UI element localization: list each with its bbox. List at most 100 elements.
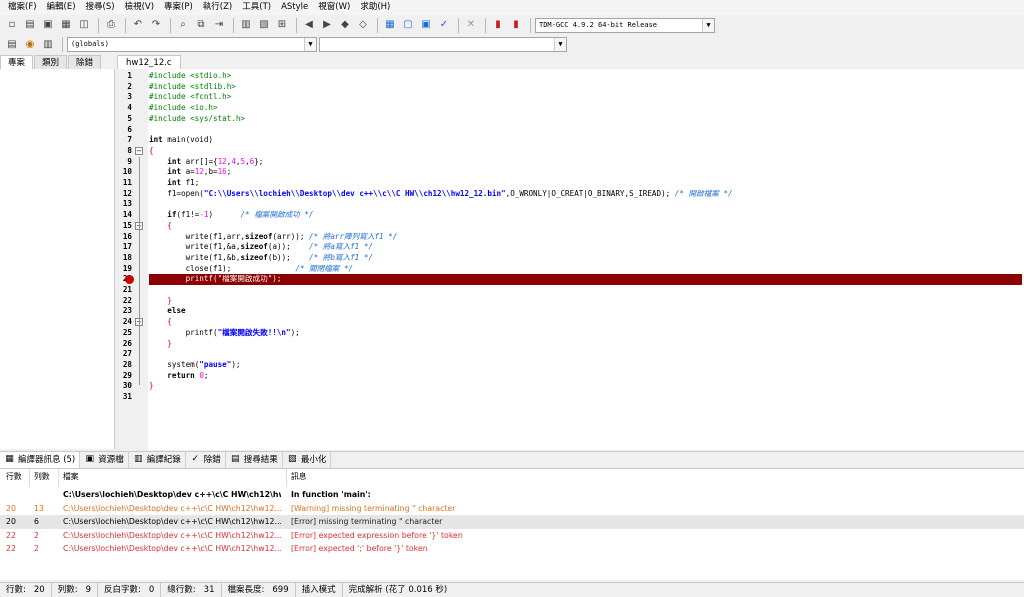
code-line[interactable]: int main(void): [149, 135, 1022, 146]
code-line[interactable]: }: [149, 296, 1022, 307]
col-header-message[interactable]: 訊息: [291, 470, 991, 484]
code-line[interactable]: #include <io.h>: [149, 103, 1022, 114]
code-token: #include <stdio.h>: [149, 71, 232, 80]
minimize-tab[interactable]: ▧ 最小化: [283, 451, 332, 468]
error-highlighted-line[interactable]: printf("檔案開啟成功");: [149, 274, 1022, 285]
indent-right-icon[interactable]: ▶: [319, 17, 335, 33]
message-row[interactable]: C:\Users\lochieh\Desktop\dev c++\c\C HW\…: [0, 488, 1024, 502]
profile-chart-icon[interactable]: ▮: [490, 17, 506, 33]
code-line[interactable]: #include <stdlib.h>: [149, 82, 1022, 93]
compile-log-icon: ▥: [134, 454, 143, 464]
fold-toggle-icon[interactable]: −: [135, 146, 143, 155]
left-tab[interactable]: 除錯: [68, 55, 102, 69]
code-line[interactable]: write(f1,&b,sizeof(b)); /* 將b寫入f1 */: [149, 253, 1022, 264]
message-row[interactable]: 22 2 C:\Users\lochieh\Desktop\dev c++\c\C …: [0, 529, 1024, 543]
project-options-icon[interactable]: ▧: [256, 17, 272, 33]
code-line[interactable]: }: [149, 339, 1022, 350]
goto-line-icon[interactable]: ⇥: [211, 17, 227, 33]
new-project-icon[interactable]: ▥: [238, 17, 254, 33]
code-editor[interactable]: 1234567891011121314151617181920212223242…: [117, 69, 1024, 450]
code-line[interactable]: close(f1); /* 關閉檔案 */: [149, 264, 1022, 275]
compile-icon[interactable]: ▦: [382, 17, 398, 33]
menu-item[interactable]: AStyle: [276, 0, 313, 15]
code-line[interactable]: printf("檔案開啟失敗!!\n");: [149, 328, 1022, 339]
code-line[interactable]: int a=12,b=16;: [149, 167, 1022, 178]
new-file-icon[interactable]: ▫: [4, 17, 20, 33]
menu-item[interactable]: 檔案(F): [3, 0, 42, 15]
message-file: C:\Users\lochieh\Desktop\dev c++\c\C HW\…: [63, 490, 281, 499]
code-token: /* 開啟檔案 */: [674, 188, 733, 198]
save-all-icon[interactable]: ▦: [58, 17, 74, 33]
message-row[interactable]: 20 13 C:\Users\lochieh\Desktop\dev c++\c\C…: [0, 502, 1024, 516]
code-line[interactable]: [149, 285, 1022, 296]
code-line[interactable]: #include <stdio.h>: [149, 71, 1022, 82]
check-syntax-icon[interactable]: ✓: [436, 17, 452, 33]
compiler-select[interactable]: TDM-GCC 4.9.2 64-bit Release ▼: [535, 17, 715, 33]
code-line[interactable]: int f1;: [149, 178, 1022, 189]
code-line[interactable]: f1=open("C:\\Users\\lochieh\\Desktop\\de…: [149, 189, 1022, 200]
delete-profile-icon[interactable]: ▮: [508, 17, 524, 33]
insert-icon[interactable]: ▤: [4, 37, 20, 53]
debug-tab[interactable]: ✓ 除錯: [186, 451, 226, 468]
toggle-icon[interactable]: ◉: [22, 37, 38, 53]
code-line[interactable]: int arr[]={12,4,5,6};: [149, 157, 1022, 168]
undo-icon[interactable]: ↶: [130, 17, 146, 33]
compile-log-tab[interactable]: ▥ 編譯紀錄: [129, 451, 186, 468]
toggle-bookmark-icon[interactable]: ◆: [337, 17, 353, 33]
code-line[interactable]: [149, 125, 1022, 136]
menu-item[interactable]: 專案(P): [159, 0, 198, 15]
code-line[interactable]: return 0;: [149, 371, 1022, 382]
open-file-icon[interactable]: ▤: [22, 17, 38, 33]
replace-icon[interactable]: ⧉: [193, 17, 209, 33]
left-tab[interactable]: 類別: [34, 55, 68, 69]
find-results-tab[interactable]: ▤ 搜尋結果: [226, 451, 283, 468]
code-line[interactable]: #include <sys/stat.h>: [149, 114, 1022, 125]
indent-left-icon[interactable]: ◀: [301, 17, 317, 33]
code-line[interactable]: [149, 199, 1022, 210]
print-icon[interactable]: ⎙: [103, 17, 119, 33]
code-line[interactable]: [149, 392, 1022, 403]
code-line[interactable]: system("pause");: [149, 360, 1022, 371]
menu-item[interactable]: 執行(Z): [198, 0, 237, 15]
col-header-line[interactable]: 行數: [6, 470, 26, 484]
code-line[interactable]: write(f1,arr,sizeof(arr)); /* 將arr陣列寫入f1…: [149, 232, 1022, 243]
code-line[interactable]: write(f1,&a,sizeof(a)); /* 將a寫入f1 */: [149, 242, 1022, 253]
compiler-messages-panel: 行數 列數 檔案 訊息 C:\Users\lochieh\Desktop\dev…: [0, 468, 1024, 580]
find-icon[interactable]: ⌕: [175, 17, 191, 33]
menu-item[interactable]: 求助(H): [355, 0, 395, 15]
menu-item[interactable]: 視窗(W): [313, 0, 355, 15]
stop-icon[interactable]: ✕: [463, 17, 479, 33]
message-row[interactable]: 20 6 C:\Users\lochieh\Desktop\dev c++\c\C …: [0, 515, 1024, 529]
code-line[interactable]: else: [149, 306, 1022, 317]
close-file-icon[interactable]: ◫: [76, 17, 92, 33]
menu-item[interactable]: 編輯(E): [42, 0, 81, 15]
redo-icon[interactable]: ↷: [148, 17, 164, 33]
scope-select[interactable]: (globals) ▼: [67, 37, 317, 52]
run-icon[interactable]: ▢: [400, 17, 416, 33]
code-line[interactable]: {: [149, 317, 1022, 328]
message-msg: [Error] expected ';' before '}' token: [291, 544, 428, 553]
menu-item[interactable]: 工具(T): [237, 0, 276, 15]
left-tab[interactable]: 專案: [0, 55, 34, 69]
menu-item[interactable]: 搜尋(S): [81, 0, 120, 15]
add-to-project-icon[interactable]: ⊞: [274, 17, 290, 33]
editor-tab[interactable]: hw12_12.c: [117, 55, 181, 69]
code-line[interactable]: {: [149, 146, 1022, 157]
col-header-file[interactable]: 檔案: [63, 470, 281, 484]
symbol-select[interactable]: ▼: [319, 37, 567, 52]
save-icon[interactable]: ▣: [40, 17, 56, 33]
code-line[interactable]: }: [149, 381, 1022, 392]
toggle-comment-icon[interactable]: ◇: [355, 17, 371, 33]
message-row[interactable]: 22 2 C:\Users\lochieh\Desktop\dev c++\c\C …: [0, 542, 1024, 556]
goto-icon[interactable]: ▥: [40, 37, 56, 53]
code-line[interactable]: [149, 349, 1022, 360]
code-line[interactable]: #include <fcntl.h>: [149, 92, 1022, 103]
code-line[interactable]: {: [149, 221, 1022, 232]
code-token: 12: [194, 167, 204, 177]
resources-tab[interactable]: ▣ 資源檔: [80, 451, 129, 468]
compiler-messages-tab[interactable]: ▦ 編譯器訊息 (5): [0, 451, 81, 468]
compile-run-icon[interactable]: ▣: [418, 17, 434, 33]
col-header-col[interactable]: 列數: [34, 470, 56, 484]
code-line[interactable]: if(f1!=-1) /* 檔案開啟成功 */: [149, 210, 1022, 221]
menu-item[interactable]: 檢視(V): [120, 0, 159, 15]
